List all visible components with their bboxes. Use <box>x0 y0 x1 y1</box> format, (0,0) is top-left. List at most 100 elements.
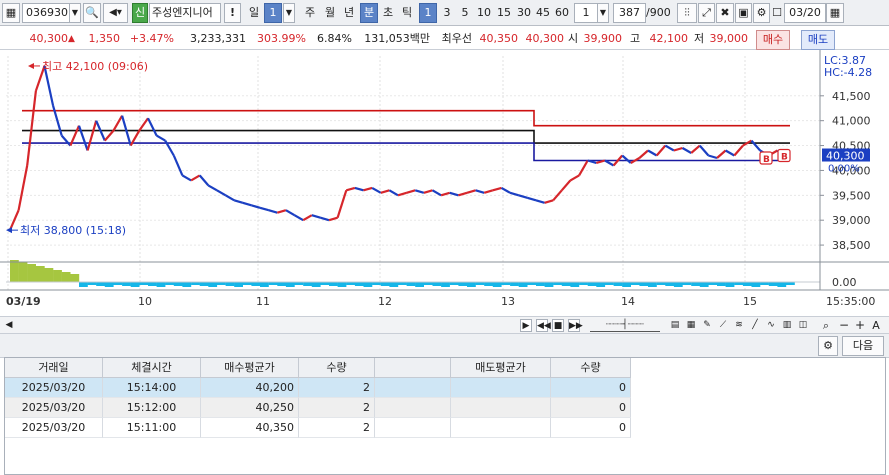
period-week[interactable]: 주 <box>301 3 319 23</box>
draw-icon[interactable]: ✎ <box>700 319 714 332</box>
period-day[interactable]: 일 <box>245 3 263 23</box>
magnifier-icon[interactable]: ⌕ <box>820 319 832 332</box>
table-cell[interactable]: 2 <box>299 378 375 398</box>
count-input[interactable]: 387 <box>613 3 646 23</box>
table-cell[interactable]: 2025/03/20 <box>5 378 103 398</box>
table-cell[interactable] <box>451 378 551 398</box>
speaker-icon[interactable]: ◀▾ <box>103 3 128 23</box>
interval-10[interactable]: 10 <box>474 3 494 23</box>
date-input[interactable]: 03/20 <box>784 3 826 23</box>
table-cell[interactable]: 40,250 <box>201 398 299 418</box>
table-cell[interactable]: 2 <box>299 398 375 418</box>
zoom-in-icon[interactable]: + <box>854 319 866 332</box>
table-cell[interactable]: 0 <box>551 378 631 398</box>
sell-button[interactable]: 매도 <box>801 30 835 50</box>
calendar-icon[interactable]: ▦ <box>826 3 844 23</box>
volume-bar <box>536 282 545 286</box>
table-cell[interactable]: 0 <box>551 398 631 418</box>
buy-button[interactable]: 매수 <box>756 30 790 50</box>
wave-icon[interactable]: ∿ <box>764 319 778 332</box>
period-tick[interactable]: 틱 <box>398 3 416 23</box>
interval-1[interactable]: 1 <box>419 3 437 23</box>
table-cell[interactable] <box>375 418 451 438</box>
indicator-icon[interactable]: ⤢ <box>698 3 715 23</box>
interval-30[interactable]: 30 <box>514 3 534 23</box>
high-price: 42,100 <box>649 32 689 45</box>
interval-60[interactable]: 60 <box>552 3 572 23</box>
volume-bar <box>303 282 312 286</box>
volume-bar <box>441 282 450 287</box>
interval-dropdown-icon[interactable]: ▼ <box>597 3 609 23</box>
time-label: 15:35:00 <box>826 295 875 308</box>
nav-stop-icon[interactable]: ■ <box>552 319 564 332</box>
price-chart[interactable]: 41,50041,00040,50040,00039,50039,00038,5… <box>0 50 889 316</box>
volume-bar <box>285 282 295 287</box>
period-month[interactable]: 월 <box>321 3 339 23</box>
table-cell[interactable] <box>375 378 451 398</box>
interval-45[interactable]: 45 <box>533 3 553 23</box>
best-ask: 40,350 <box>479 32 519 45</box>
table-cell[interactable]: 0 <box>551 418 631 438</box>
volume-bar <box>458 282 468 286</box>
chart-type-icon[interactable]: ▥ <box>780 319 794 332</box>
period-year[interactable]: 년 <box>340 3 358 23</box>
warn-button[interactable]: ! <box>224 3 241 23</box>
chart-scrollbar[interactable]: ◀ ▶ ◀◀ ■ ▶▶ ┈┈┈┤┈┈┈ ▤ ▦ ✎ ⟋ ≋ ╱ ∿ ▥ ◫ ⌕ … <box>0 316 889 334</box>
table-cell[interactable]: 40,350 <box>201 418 299 438</box>
interval-15[interactable]: 15 <box>494 3 514 23</box>
tools-icon[interactable]: ✖ <box>716 3 734 23</box>
header-sell-avg: 매도평균가 <box>451 358 551 378</box>
volume-bar <box>415 282 424 287</box>
panel-toolbar: ⚙ 다음 <box>0 334 889 358</box>
search-icon[interactable]: 🔍 <box>83 3 101 23</box>
font-size-icon[interactable]: A <box>870 319 882 332</box>
snapshot-icon[interactable]: ◫ <box>796 319 810 332</box>
volume-bar <box>639 282 649 286</box>
table-cell[interactable]: 40,200 <box>201 378 299 398</box>
date-checkbox[interactable]: ☐ <box>771 3 783 23</box>
table-cell[interactable] <box>451 398 551 418</box>
chart-icon[interactable]: ▦ <box>2 3 20 23</box>
interval-3[interactable]: 3 <box>438 3 456 23</box>
table-cell[interactable]: 2025/03/20 <box>5 418 103 438</box>
custom-interval-input[interactable]: 1 <box>574 3 598 23</box>
interval-5[interactable]: 5 <box>456 3 474 23</box>
nav-first-icon[interactable]: ◀◀ <box>536 319 551 332</box>
zoom-out-icon[interactable]: − <box>838 319 850 332</box>
table-cell[interactable]: 2 <box>299 418 375 438</box>
nav-last-icon[interactable]: ▶▶ <box>568 319 583 332</box>
table-cell[interactable] <box>375 398 451 418</box>
volume-bar <box>79 282 88 287</box>
open-price: 39,900 <box>583 32 623 45</box>
period-minute[interactable]: 분 <box>360 3 378 23</box>
save-icon[interactable]: ▣ <box>735 3 752 23</box>
table-cell[interactable] <box>451 418 551 438</box>
trend-icon[interactable]: ⟋ <box>716 319 730 332</box>
price-change-pct: +3.47% <box>129 32 174 45</box>
period-dropdown-icon[interactable]: ▼ <box>283 3 295 23</box>
settings-icon[interactable]: ⚙ <box>753 3 770 23</box>
stock-code-input[interactable]: 036930 <box>22 3 70 23</box>
header-blank <box>375 358 451 378</box>
zoom-slider[interactable]: ┈┈┈┤┈┈┈ <box>590 319 660 332</box>
period-day-count[interactable]: 1 <box>264 3 282 23</box>
table-cell[interactable]: 15:12:00 <box>103 398 201 418</box>
open-label: 시 <box>568 32 579 45</box>
grid-icon[interactable]: ▦ <box>684 319 698 332</box>
x-tick-label: 10 <box>138 295 152 308</box>
line-tool-icon[interactable]: ╱ <box>748 319 762 332</box>
table-cell[interactable]: 15:11:00 <box>103 418 201 438</box>
buy-marker-text: B <box>781 153 788 163</box>
period-second[interactable]: 초 <box>379 3 397 23</box>
table-cell[interactable]: 2025/03/20 <box>5 398 103 418</box>
candle-settings-icon[interactable]: ⫶⫶ <box>677 3 697 23</box>
panel-settings-icon[interactable]: ⚙ <box>818 336 838 356</box>
scroll-left-icon[interactable]: ◀ <box>4 319 14 332</box>
volume-bar <box>61 272 71 282</box>
table-cell[interactable]: 15:14:00 <box>103 378 201 398</box>
code-dropdown-icon[interactable]: ▼ <box>69 3 81 23</box>
fib-icon[interactable]: ≋ <box>732 319 746 332</box>
layout-icon[interactable]: ▤ <box>668 319 682 332</box>
next-button[interactable]: 다음 <box>842 336 884 356</box>
nav-next-icon[interactable]: ▶ <box>520 319 532 332</box>
